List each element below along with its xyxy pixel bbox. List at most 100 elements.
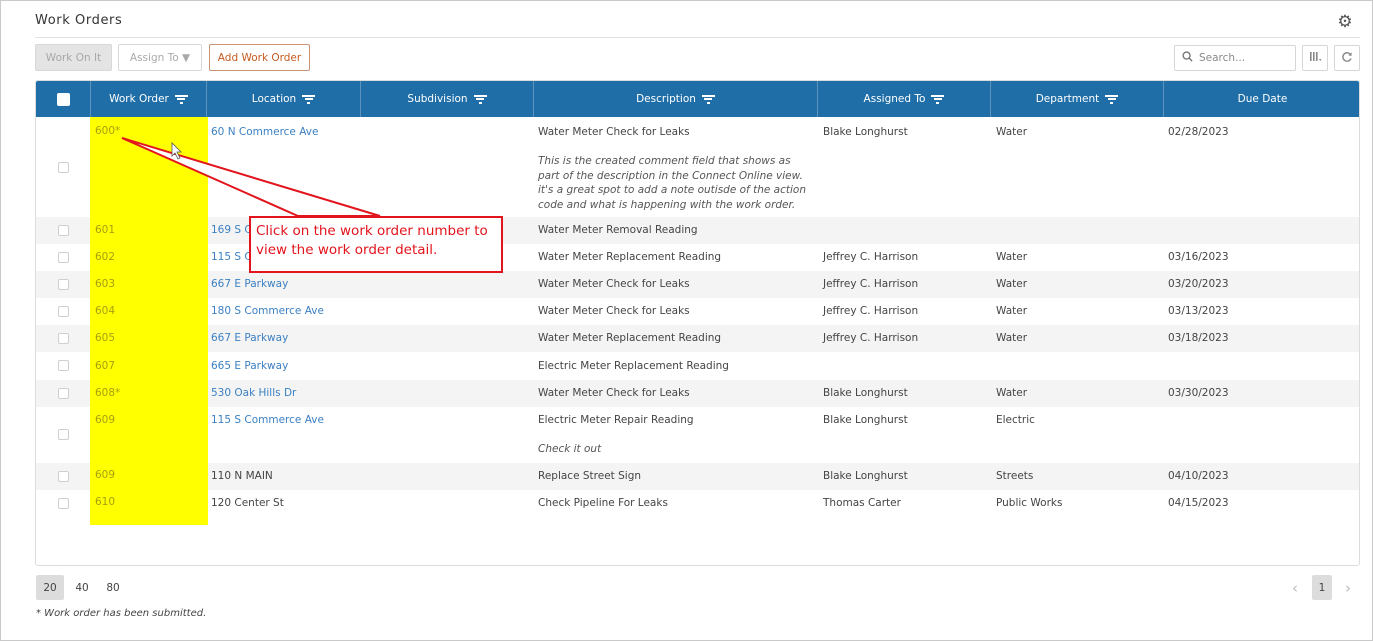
department: Streets [996,470,1034,482]
work-order-link[interactable]: 607 [95,360,115,372]
gear-icon[interactable]: ⚙ [1336,13,1354,31]
due-date: 03/30/2023 [1168,387,1229,399]
table-row: 665 E Parkway Electric Meter Replacement… [36,352,1359,380]
due-date: 04/15/2023 [1168,497,1229,509]
assigned-to: Blake Longhurst [823,126,908,138]
column-header-assigned-to[interactable]: Assigned To [818,81,991,117]
row-checkbox[interactable] [58,498,69,509]
location: 110 N MAIN [211,470,273,482]
location-link[interactable]: 665 E Parkway [211,360,288,372]
due-date: 03/16/2023 [1168,251,1229,263]
filter-icon[interactable] [931,94,945,104]
location-link[interactable]: 667 E Parkway [211,332,288,344]
work-order-link[interactable]: 610 [95,496,115,508]
refresh-icon [1341,51,1353,66]
work-order-link[interactable]: 609 [95,414,115,426]
filter-icon[interactable] [1105,94,1119,104]
table-row: 667 E Parkway Water Meter Replacement Re… [36,325,1359,352]
work-order-link[interactable]: 604 [95,305,115,317]
department: Water [996,126,1028,138]
columns-icon [1309,51,1322,66]
column-label: Department [1035,93,1100,105]
location-link[interactable]: 115 S Commerce Ave [211,414,324,426]
table-row: 60 N Commerce Ave Water Meter Check for … [36,117,1359,217]
assigned-to: Blake Longhurst [823,414,908,426]
work-on-it-button[interactable]: Work On It [35,44,112,71]
work-order-link[interactable]: 609 [95,469,115,481]
row-checkbox[interactable] [58,471,69,482]
description: Check Pipeline For Leaks [538,497,668,509]
table-header: Work Order Location Subdivision Descript… [36,81,1359,117]
page-size-20[interactable]: 20 [36,575,64,600]
column-label: Subdivision [407,93,468,105]
assign-to-button[interactable]: Assign To ▼ [118,44,202,71]
column-label: Assigned To [863,93,926,105]
row-checkbox[interactable] [58,388,69,399]
row-checkbox[interactable] [58,252,69,263]
location-link[interactable]: 60 N Commerce Ave [211,126,318,138]
chevron-left-icon[interactable]: ‹ [1286,575,1304,600]
filter-icon[interactable] [174,94,188,104]
location-link[interactable]: 180 S Commerce Ave [211,305,324,317]
row-checkbox[interactable] [58,279,69,290]
description: Water Meter Removal Reading [538,224,698,236]
filter-icon[interactable] [473,94,487,104]
page-size-40[interactable]: 40 [70,575,94,600]
assigned-to: Jeffrey C. Harrison [823,278,919,290]
column-header-work-order[interactable]: Work Order [91,81,207,117]
column-label: Location [251,93,297,105]
column-header-due-date[interactable]: Due Date [1164,81,1359,117]
select-all-cell [36,81,91,117]
work-order-link[interactable]: 608* [95,387,120,399]
page-number-button[interactable]: 1 [1312,575,1332,600]
row-checkbox[interactable] [58,429,69,440]
description-note: This is the created comment field that s… [538,155,806,211]
work-order-link[interactable]: 600* [95,125,120,137]
row-checkbox[interactable] [58,225,69,236]
row-checkbox[interactable] [58,162,69,173]
column-header-subdivision[interactable]: Subdivision [361,81,534,117]
work-order-link[interactable]: 601 [95,224,115,236]
column-header-location[interactable]: Location [207,81,361,117]
select-all-checkbox[interactable] [56,92,70,106]
description: Water Meter Check for Leaks [538,126,690,138]
filter-icon[interactable] [701,94,715,104]
column-header-department[interactable]: Department [991,81,1164,117]
divider [35,37,1360,38]
work-order-link[interactable]: 603 [95,278,115,290]
work-order-link[interactable]: 602 [95,251,115,263]
filter-icon[interactable] [302,94,316,104]
assigned-to: Thomas Carter [823,497,901,509]
description-note: Check it out [538,443,602,455]
description: Replace Street Sign [538,470,642,482]
search-icon [1175,51,1199,65]
assigned-to: Blake Longhurst [823,387,908,399]
due-date: 04/10/2023 [1168,470,1229,482]
department: Water [996,387,1028,399]
row-checkbox[interactable] [58,360,69,371]
column-label: Due Date [1237,93,1288,105]
row-checkbox[interactable] [58,333,69,344]
work-order-link[interactable]: 605 [95,332,115,344]
search-box[interactable] [1174,45,1296,71]
search-input[interactable] [1199,52,1291,64]
description: Water Meter Check for Leaks [538,278,690,290]
columns-button[interactable] [1302,45,1328,71]
assigned-to: Jeffrey C. Harrison [823,332,919,344]
add-work-order-button[interactable]: Add Work Order [209,44,310,71]
column-header-description[interactable]: Description [534,81,818,117]
description: Electric Meter Repair Reading [538,414,694,426]
table-row: 169 S Co Water Meter Removal Reading [36,217,1359,244]
chevron-right-icon[interactable]: › [1339,575,1357,600]
table-row: 180 S Commerce Ave Water Meter Check for… [36,298,1359,325]
description: Water Meter Replacement Reading [538,332,722,344]
page-size-80[interactable]: 80 [101,575,125,600]
due-date: 03/20/2023 [1168,278,1229,290]
row-checkbox[interactable] [58,306,69,317]
location-link[interactable]: 667 E Parkway [211,278,288,290]
refresh-button[interactable] [1334,45,1360,71]
department: Water [996,251,1028,263]
location-link[interactable]: 530 Oak Hills Dr [211,387,296,399]
page-title: Work Orders [35,13,123,28]
department: Water [996,332,1028,344]
